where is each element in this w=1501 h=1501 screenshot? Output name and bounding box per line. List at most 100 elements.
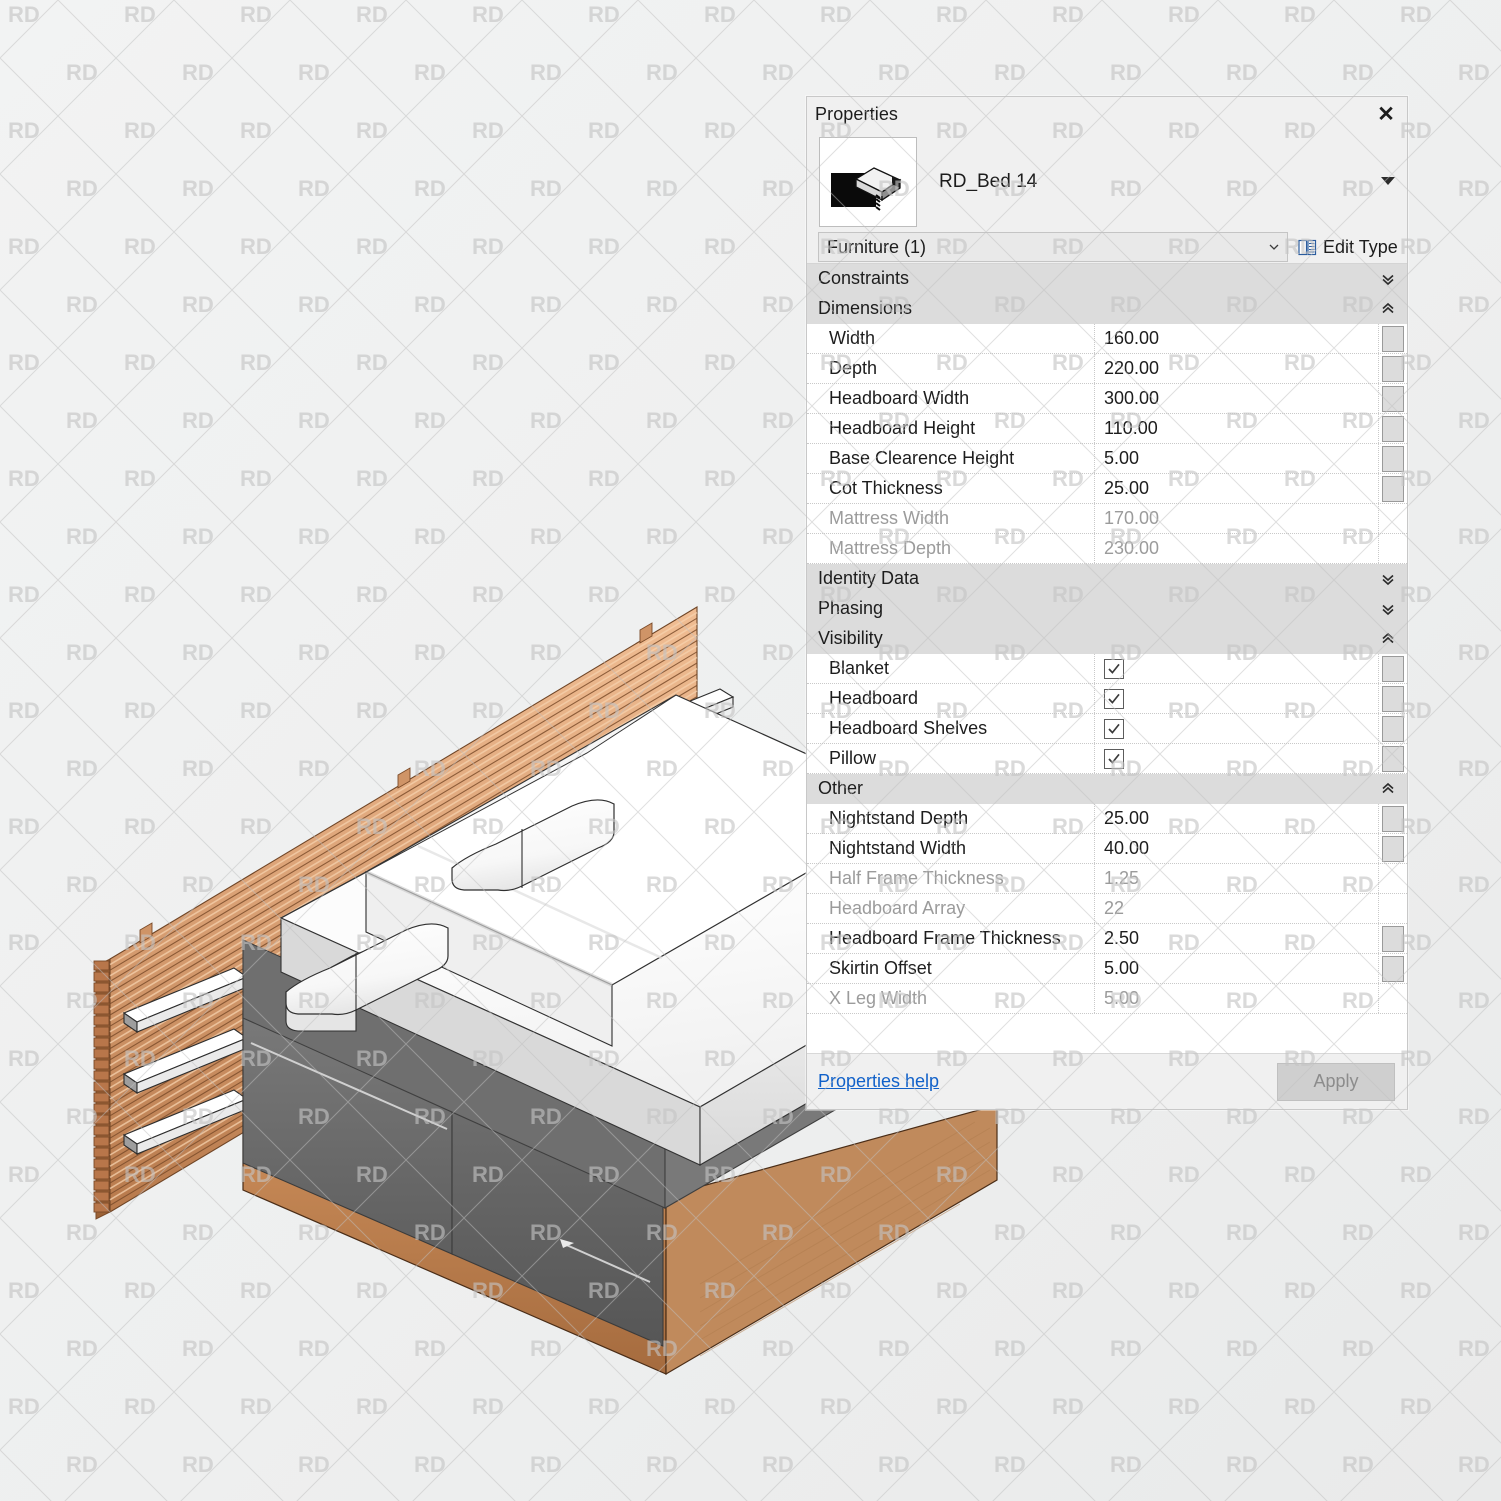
parameter-value-input: 170.00 <box>1095 504 1379 533</box>
associate-parameter-button[interactable] <box>1379 444 1407 473</box>
chevron-double-down-icon <box>1382 574 1394 585</box>
associate-parameter-button[interactable] <box>1379 804 1407 833</box>
check-icon <box>1108 723 1120 734</box>
associate-parameter-button[interactable] <box>1379 384 1407 413</box>
parameter-value-input[interactable]: 2.50 <box>1095 924 1379 953</box>
parameter-checkbox-cell[interactable] <box>1095 684 1379 713</box>
section-label: Phasing <box>818 598 884 618</box>
parameter-row[interactable]: Headboard Width 300.00 <box>807 384 1407 414</box>
parameter-value-input: 5.00 <box>1095 984 1379 1013</box>
parameter-label: Headboard Shelves <box>807 714 1095 743</box>
associate-parameter-button <box>1379 504 1407 533</box>
parameter-label: Mattress Width <box>807 504 1095 533</box>
associate-parameter-button[interactable] <box>1379 834 1407 863</box>
checkbox[interactable] <box>1104 718 1124 739</box>
parameter-checkbox-cell[interactable] <box>1095 714 1379 743</box>
checkbox[interactable] <box>1104 658 1124 679</box>
section-label: Dimensions <box>818 298 913 318</box>
edit-type-icon <box>1298 239 1317 255</box>
parameter-label: Pillow <box>807 744 1095 773</box>
parameter-row[interactable]: Base Clearence Height 5.00 <box>807 444 1407 474</box>
check-icon <box>1108 663 1120 674</box>
headboard-slat-ends <box>93 960 110 1213</box>
close-icon[interactable]: ✕ <box>1373 101 1399 127</box>
associate-parameter-button[interactable] <box>1379 354 1407 383</box>
associate-parameter-button[interactable] <box>1379 744 1407 773</box>
parameter-value-input[interactable]: 25.00 <box>1095 804 1379 833</box>
associate-parameter-button[interactable] <box>1379 414 1407 443</box>
parameter-label: X Leg Width <box>807 984 1095 1013</box>
parameter-row: Mattress Depth 230.00 <box>807 534 1407 564</box>
associate-parameter-button[interactable] <box>1379 954 1407 983</box>
chevron-down-icon <box>1269 244 1279 250</box>
parameter-row[interactable]: Headboard <box>807 684 1407 714</box>
section-header-phasing[interactable]: Phasing <box>807 594 1407 624</box>
parameter-row[interactable]: Pillow <box>807 744 1407 774</box>
associate-parameter-button[interactable] <box>1379 654 1407 683</box>
parameter-value-input: 230.00 <box>1095 534 1379 563</box>
parameter-row[interactable]: Cot Thickness 25.00 <box>807 474 1407 504</box>
check-icon <box>1108 693 1120 704</box>
edit-type-label: Edit Type <box>1323 236 1398 257</box>
apply-button[interactable]: Apply <box>1277 1062 1395 1101</box>
associate-parameter-button[interactable] <box>1379 684 1407 713</box>
section-header-identity-data[interactable]: Identity Data <box>807 564 1407 594</box>
chevron-double-up-icon <box>1382 782 1394 793</box>
parameter-value-input[interactable]: 5.00 <box>1095 444 1379 473</box>
parameter-row[interactable]: Width 160.00 <box>807 324 1407 354</box>
parameter-row: Half Frame Thickness 1.25 <box>807 864 1407 894</box>
section-header-dimensions[interactable]: Dimensions <box>807 294 1407 324</box>
parameter-row: Mattress Width 170.00 <box>807 504 1407 534</box>
palette-title-bar: Properties ✕ <box>807 97 1407 131</box>
parameter-checkbox-cell[interactable] <box>1095 654 1379 683</box>
parameter-value-input[interactable]: 5.00 <box>1095 954 1379 983</box>
parameter-value-input[interactable]: 300.00 <box>1095 384 1379 413</box>
category-row: Furniture (1) Edit Type <box>807 231 1407 263</box>
parameter-value-input[interactable]: 160.00 <box>1095 324 1379 353</box>
edit-type-button[interactable]: Edit Type <box>1298 237 1398 258</box>
parameter-value-input[interactable]: 110.00 <box>1095 414 1379 443</box>
parameter-value-input[interactable]: 40.00 <box>1095 834 1379 863</box>
associate-parameter-button[interactable] <box>1379 924 1407 953</box>
parameter-label: Mattress Depth <box>807 534 1095 563</box>
type-selector-header: RD_Bed 14 <box>807 131 1407 231</box>
parameter-row[interactable]: Headboard Frame Thickness 2.50 <box>807 924 1407 954</box>
parameter-label: Headboard Array <box>807 894 1095 923</box>
properties-palette[interactable]: Properties ✕ RD_Bed 14 Furniture (1) Edi… <box>806 96 1408 1110</box>
parameter-label: Headboard Width <box>807 384 1095 413</box>
parameter-value-input[interactable]: 25.00 <box>1095 474 1379 503</box>
parameter-row[interactable]: Nightstand Depth 25.00 <box>807 804 1407 834</box>
parameter-label: Skirtin Offset <box>807 954 1095 983</box>
parameter-row[interactable]: Blanket <box>807 654 1407 684</box>
type-dropdown-arrow-icon[interactable] <box>1381 177 1395 185</box>
section-label: Other <box>818 778 864 798</box>
section-label: Constraints <box>818 268 910 288</box>
section-header-constraints[interactable]: Constraints <box>807 264 1407 294</box>
parameter-label: Half Frame Thickness <box>807 864 1095 893</box>
parameter-row[interactable]: Headboard Height 110.00 <box>807 414 1407 444</box>
category-label: Furniture (1) <box>827 236 927 257</box>
parameter-row[interactable]: Nightstand Width 40.00 <box>807 834 1407 864</box>
bed-thumbnail-icon <box>831 167 902 211</box>
checkbox[interactable] <box>1104 748 1124 769</box>
section-header-visibility[interactable]: Visibility <box>807 624 1407 654</box>
parameter-row[interactable]: Depth 220.00 <box>807 354 1407 384</box>
parameter-value-input[interactable]: 220.00 <box>1095 354 1379 383</box>
category-select[interactable]: Furniture (1) <box>818 232 1288 262</box>
parameter-grid[interactable]: Constraints Dimensions Width 160.00 Depth 220… <box>807 263 1407 1053</box>
checkbox[interactable] <box>1104 688 1124 709</box>
parameter-row[interactable]: Headboard Shelves <box>807 714 1407 744</box>
associate-parameter-button <box>1379 894 1407 923</box>
associate-parameter-button[interactable] <box>1379 324 1407 353</box>
section-header-other[interactable]: Other <box>807 774 1407 804</box>
parameter-row: Headboard Array 22 <box>807 894 1407 924</box>
page-title: Properties <box>815 103 899 124</box>
parameter-label: Width <box>807 324 1095 353</box>
parameter-checkbox-cell[interactable] <box>1095 744 1379 773</box>
associate-parameter-button[interactable] <box>1379 474 1407 503</box>
parameter-row[interactable]: Skirtin Offset 5.00 <box>807 954 1407 984</box>
properties-help-link[interactable]: Properties help <box>818 1071 939 1092</box>
type-name-label: RD_Bed 14 <box>939 171 1038 192</box>
chevron-double-up-icon <box>1382 302 1394 313</box>
associate-parameter-button[interactable] <box>1379 714 1407 743</box>
